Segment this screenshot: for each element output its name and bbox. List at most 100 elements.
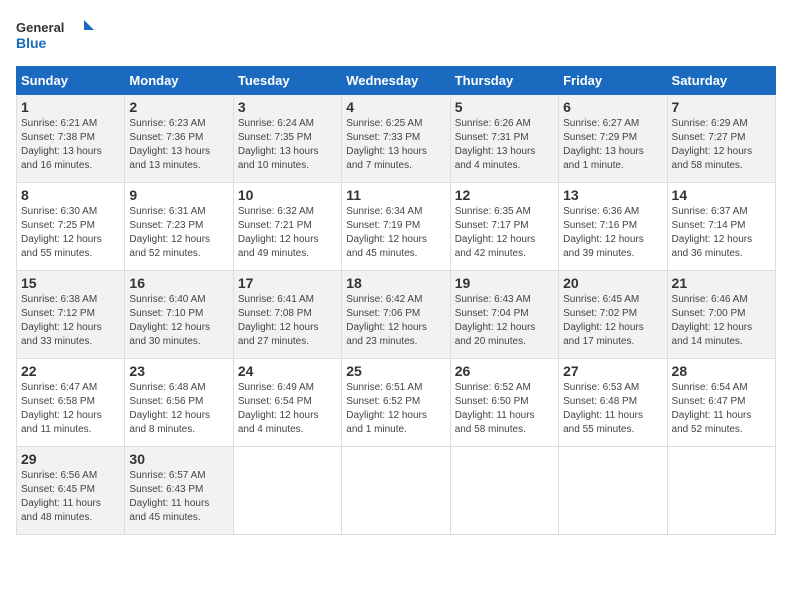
- day-number: 13: [563, 187, 662, 203]
- calendar-week-4: 22 Sunrise: 6:47 AM Sunset: 6:58 PM Dayli…: [17, 359, 776, 447]
- calendar-cell: 11 Sunrise: 6:34 AM Sunset: 7:19 PM Dayli…: [342, 183, 450, 271]
- weekday-header-monday: Monday: [125, 67, 233, 95]
- calendar-week-3: 15 Sunrise: 6:38 AM Sunset: 7:12 PM Dayli…: [17, 271, 776, 359]
- calendar-cell: 13 Sunrise: 6:36 AM Sunset: 7:16 PM Dayli…: [559, 183, 667, 271]
- calendar-cell: 2 Sunrise: 6:23 AM Sunset: 7:36 PM Daylig…: [125, 95, 233, 183]
- day-number: 2: [129, 99, 228, 115]
- calendar-header: SundayMondayTuesdayWednesdayThursdayFrid…: [17, 67, 776, 95]
- calendar-cell: 26Sunrise: 6:52 AM Sunset: 6:50 PM Dayli…: [450, 359, 558, 447]
- calendar-cell: 27 Sunrise: 6:53 AM Sunset: 6:48 PM Dayli…: [559, 359, 667, 447]
- day-number: 12: [455, 187, 554, 203]
- weekday-header-friday: Friday: [559, 67, 667, 95]
- cell-sun-info: Sunrise: 6:38 AM Sunset: 7:12 PM Dayligh…: [21, 293, 120, 349]
- cell-sun-info: Sunrise: 6:52 AM Sunset: 6:50 PM Dayligh…: [455, 381, 554, 437]
- calendar-week-2: 8 Sunrise: 6:30 AM Sunset: 7:25 PM Daylig…: [17, 183, 776, 271]
- cell-sun-info: Sunrise: 6:53 AM Sunset: 6:48 PM Dayligh…: [563, 381, 662, 437]
- cell-sun-info: Sunrise: 6:29 AM Sunset: 7:27 PM Dayligh…: [672, 117, 771, 173]
- cell-sun-info: Sunrise: 6:46 AM Sunset: 7:00 PM Dayligh…: [672, 293, 771, 349]
- cell-sun-info: Sunrise: 6:43 AM Sunset: 7:04 PM Dayligh…: [455, 293, 554, 349]
- calendar-cell: 20 Sunrise: 6:45 AM Sunset: 7:02 PM Dayli…: [559, 271, 667, 359]
- calendar-cell: 16Sunrise: 6:40 AM Sunset: 7:10 PM Dayli…: [125, 271, 233, 359]
- cell-sun-info: Sunrise: 6:31 AM Sunset: 7:23 PM Dayligh…: [129, 205, 228, 261]
- calendar-cell: 6 Sunrise: 6:27 AM Sunset: 7:29 PM Daylig…: [559, 95, 667, 183]
- calendar-cell: 21Sunrise: 6:46 AM Sunset: 7:00 PM Dayli…: [667, 271, 775, 359]
- calendar-cell: 3 Sunrise: 6:24 AM Sunset: 7:35 PM Daylig…: [233, 95, 341, 183]
- calendar-cell: 22 Sunrise: 6:47 AM Sunset: 6:58 PM Dayli…: [17, 359, 125, 447]
- cell-sun-info: Sunrise: 6:47 AM Sunset: 6:58 PM Dayligh…: [21, 381, 120, 437]
- cell-sun-info: Sunrise: 6:27 AM Sunset: 7:29 PM Dayligh…: [563, 117, 662, 173]
- cell-sun-info: Sunrise: 6:40 AM Sunset: 7:10 PM Dayligh…: [129, 293, 228, 349]
- calendar-cell: 19 Sunrise: 6:43 AM Sunset: 7:04 PM Dayli…: [450, 271, 558, 359]
- calendar-week-1: 1 Sunrise: 6:21 AM Sunset: 7:38 PM Daylig…: [17, 95, 776, 183]
- day-number: 20: [563, 275, 662, 291]
- calendar-cell: 14 Sunrise: 6:37 AM Sunset: 7:14 PM Dayli…: [667, 183, 775, 271]
- calendar-cell: 8 Sunrise: 6:30 AM Sunset: 7:25 PM Daylig…: [17, 183, 125, 271]
- day-number: 5: [455, 99, 554, 115]
- day-number: 10: [238, 187, 337, 203]
- weekday-header-wednesday: Wednesday: [342, 67, 450, 95]
- calendar-cell: [559, 447, 667, 535]
- day-number: 15: [21, 275, 120, 291]
- weekday-header-sunday: Sunday: [17, 67, 125, 95]
- calendar-cell: 17Sunrise: 6:41 AM Sunset: 7:08 PM Dayli…: [233, 271, 341, 359]
- weekday-header-thursday: Thursday: [450, 67, 558, 95]
- calendar-cell: [667, 447, 775, 535]
- day-number: 17: [238, 275, 337, 291]
- cell-sun-info: Sunrise: 6:26 AM Sunset: 7:31 PM Dayligh…: [455, 117, 554, 173]
- calendar-body: 1 Sunrise: 6:21 AM Sunset: 7:38 PM Daylig…: [17, 95, 776, 535]
- calendar-cell: 29Sunrise: 6:56 AM Sunset: 6:45 PM Dayli…: [17, 447, 125, 535]
- cell-sun-info: Sunrise: 6:56 AM Sunset: 6:45 PM Dayligh…: [21, 469, 120, 525]
- cell-sun-info: Sunrise: 6:35 AM Sunset: 7:17 PM Dayligh…: [455, 205, 554, 261]
- calendar-cell: 5 Sunrise: 6:26 AM Sunset: 7:31 PM Daylig…: [450, 95, 558, 183]
- calendar-table: SundayMondayTuesdayWednesdayThursdayFrid…: [16, 66, 776, 535]
- day-number: 27: [563, 363, 662, 379]
- logo: General Blue: [16, 16, 96, 56]
- calendar-cell: 1 Sunrise: 6:21 AM Sunset: 7:38 PM Daylig…: [17, 95, 125, 183]
- day-number: 3: [238, 99, 337, 115]
- calendar-cell: 28 Sunrise: 6:54 AM Sunset: 6:47 PM Dayli…: [667, 359, 775, 447]
- day-number: 11: [346, 187, 445, 203]
- calendar-cell: 10 Sunrise: 6:32 AM Sunset: 7:21 PM Dayli…: [233, 183, 341, 271]
- day-number: 6: [563, 99, 662, 115]
- day-number: 19: [455, 275, 554, 291]
- cell-sun-info: Sunrise: 6:21 AM Sunset: 7:38 PM Dayligh…: [21, 117, 120, 173]
- logo-svg: General Blue: [16, 16, 96, 56]
- cell-sun-info: Sunrise: 6:54 AM Sunset: 6:47 PM Dayligh…: [672, 381, 771, 437]
- day-number: 24: [238, 363, 337, 379]
- weekday-header-saturday: Saturday: [667, 67, 775, 95]
- day-number: 28: [672, 363, 771, 379]
- cell-sun-info: Sunrise: 6:51 AM Sunset: 6:52 PM Dayligh…: [346, 381, 445, 437]
- cell-sun-info: Sunrise: 6:42 AM Sunset: 7:06 PM Dayligh…: [346, 293, 445, 349]
- day-number: 25: [346, 363, 445, 379]
- page-header: General Blue: [16, 16, 776, 56]
- day-number: 8: [21, 187, 120, 203]
- day-number: 30: [129, 451, 228, 467]
- calendar-cell: 4Sunrise: 6:25 AM Sunset: 7:33 PM Daylig…: [342, 95, 450, 183]
- svg-text:Blue: Blue: [16, 35, 47, 51]
- cell-sun-info: Sunrise: 6:49 AM Sunset: 6:54 PM Dayligh…: [238, 381, 337, 437]
- cell-sun-info: Sunrise: 6:37 AM Sunset: 7:14 PM Dayligh…: [672, 205, 771, 261]
- day-number: 22: [21, 363, 120, 379]
- day-number: 23: [129, 363, 228, 379]
- cell-sun-info: Sunrise: 6:23 AM Sunset: 7:36 PM Dayligh…: [129, 117, 228, 173]
- weekday-header-tuesday: Tuesday: [233, 67, 341, 95]
- calendar-cell: 7Sunrise: 6:29 AM Sunset: 7:27 PM Daylig…: [667, 95, 775, 183]
- calendar-cell: 25 Sunrise: 6:51 AM Sunset: 6:52 PM Dayli…: [342, 359, 450, 447]
- calendar-cell: [450, 447, 558, 535]
- calendar-cell: 12 Sunrise: 6:35 AM Sunset: 7:17 PM Dayli…: [450, 183, 558, 271]
- cell-sun-info: Sunrise: 6:36 AM Sunset: 7:16 PM Dayligh…: [563, 205, 662, 261]
- day-number: 1: [21, 99, 120, 115]
- calendar-cell: [233, 447, 341, 535]
- calendar-week-5: 29Sunrise: 6:56 AM Sunset: 6:45 PM Dayli…: [17, 447, 776, 535]
- cell-sun-info: Sunrise: 6:34 AM Sunset: 7:19 PM Dayligh…: [346, 205, 445, 261]
- calendar-cell: 24 Sunrise: 6:49 AM Sunset: 6:54 PM Dayli…: [233, 359, 341, 447]
- day-number: 14: [672, 187, 771, 203]
- cell-sun-info: Sunrise: 6:24 AM Sunset: 7:35 PM Dayligh…: [238, 117, 337, 173]
- day-number: 9: [129, 187, 228, 203]
- calendar-cell: 15 Sunrise: 6:38 AM Sunset: 7:12 PM Dayli…: [17, 271, 125, 359]
- calendar-cell: 30Sunrise: 6:57 AM Sunset: 6:43 PM Dayli…: [125, 447, 233, 535]
- cell-sun-info: Sunrise: 6:30 AM Sunset: 7:25 PM Dayligh…: [21, 205, 120, 261]
- cell-sun-info: Sunrise: 6:32 AM Sunset: 7:21 PM Dayligh…: [238, 205, 337, 261]
- svg-text:General: General: [16, 20, 64, 35]
- cell-sun-info: Sunrise: 6:45 AM Sunset: 7:02 PM Dayligh…: [563, 293, 662, 349]
